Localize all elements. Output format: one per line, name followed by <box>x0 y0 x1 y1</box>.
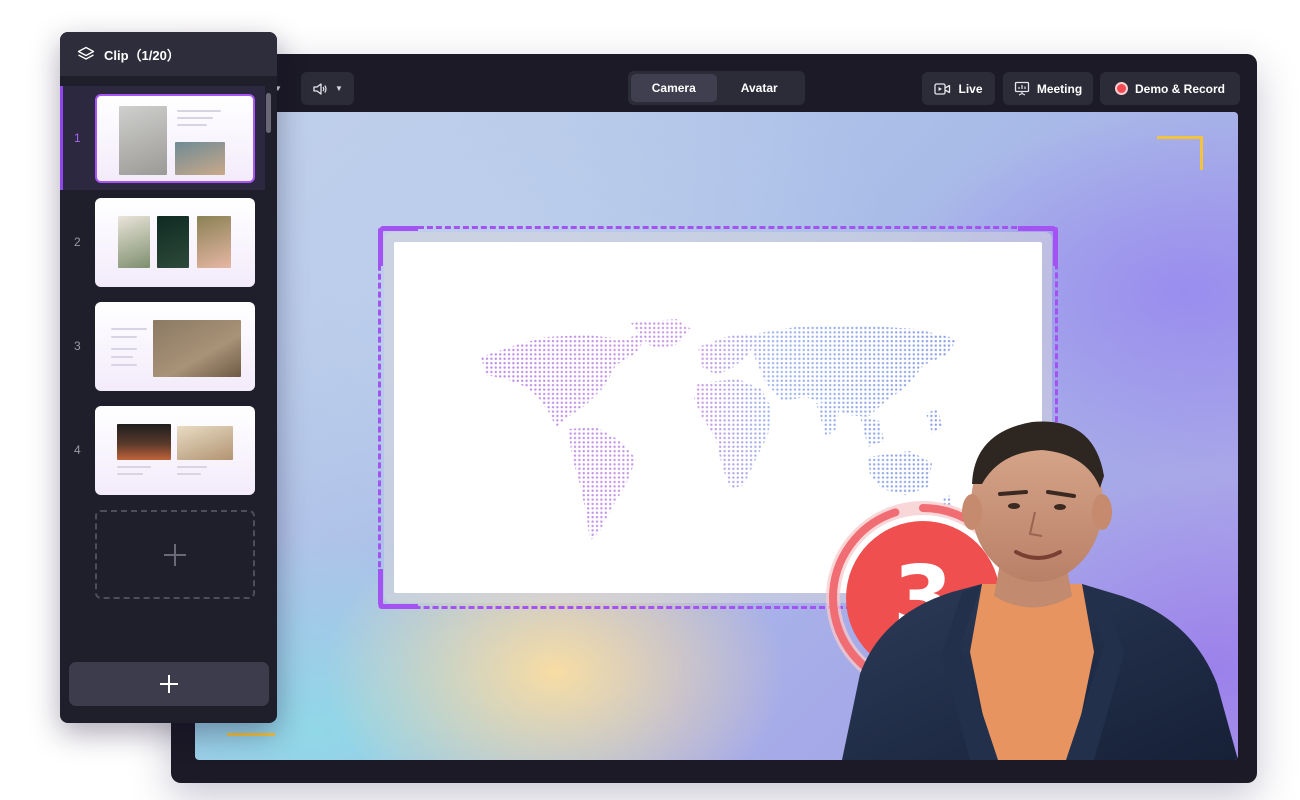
thumbnail-photo-desk <box>175 142 225 175</box>
mode-switch: Camera Avatar <box>628 71 805 105</box>
add-clip-button[interactable] <box>69 662 269 706</box>
live-video-icon <box>934 82 951 95</box>
thumbnail-text-line <box>177 110 221 112</box>
thumbnail-photo-books <box>117 424 171 460</box>
thumbnail-text-line <box>111 336 137 338</box>
chevron-down-icon: ▼ <box>335 84 343 93</box>
clip-item-2[interactable]: 2 <box>60 190 265 294</box>
clip-thumbnail <box>95 406 255 495</box>
clip-item-index: 3 <box>74 339 81 353</box>
plus-icon <box>164 543 186 566</box>
clip-thumbnail <box>95 94 255 183</box>
demo-record-button[interactable]: Demo & Record <box>1100 72 1240 105</box>
thumbnail-text-line <box>111 356 133 358</box>
thumbnail-text-line <box>177 117 213 119</box>
presenter-camera-feed <box>842 421 1238 760</box>
thumbnail-photo-stationery <box>153 320 241 377</box>
record-dot-icon <box>1114 82 1128 95</box>
audio-dropdown-button[interactable]: ▼ <box>301 72 354 105</box>
thumbnail-photo <box>118 216 150 268</box>
clip-thumbnail <box>95 302 255 391</box>
clip-panel-title: Clip（1/20） <box>104 47 180 63</box>
clip-item-4[interactable]: 4 <box>60 398 265 502</box>
frame-corner-top-right <box>1157 136 1203 170</box>
clip-item-3[interactable]: 3 <box>60 294 265 398</box>
layers-icon <box>77 46 95 60</box>
demo-record-label: Demo & Record <box>1134 81 1226 96</box>
thumbnail-photo-open-book <box>177 426 233 460</box>
thumbnail-text-line <box>111 348 137 350</box>
top-toolbar: ▼ ▼ Camera Avatar Live Meeting Demo & Re… <box>171 54 1257 112</box>
meeting-button[interactable]: Meeting <box>1003 72 1093 105</box>
app-window: ▼ ▼ Camera Avatar Live Meeting Demo & Re… <box>171 54 1257 783</box>
clip-panel: Clip（1/20） 1 2 3 4 <box>60 32 277 723</box>
clip-item-1[interactable]: 1 <box>60 86 265 190</box>
clip-thumbnail <box>95 198 255 287</box>
thumbnail-text-line <box>177 466 207 468</box>
clip-item-index: 4 <box>74 443 81 457</box>
clip-panel-header: Clip（1/20） <box>60 32 277 76</box>
tab-avatar[interactable]: Avatar <box>717 74 803 102</box>
speaker-icon <box>313 82 327 95</box>
add-clip-slot[interactable] <box>95 510 255 599</box>
thumbnail-text-line <box>111 328 147 330</box>
live-button[interactable]: Live <box>922 72 995 105</box>
preview-stage: 3 <box>195 112 1238 760</box>
tab-camera[interactable]: Camera <box>631 74 717 102</box>
live-label: Live <box>958 81 983 96</box>
thumbnail-photo <box>157 216 189 268</box>
thumbnail-text-line <box>177 473 201 475</box>
thumbnail-text-line <box>111 364 137 366</box>
thumbnail-text-line <box>117 473 143 475</box>
thumbnail-photo <box>197 216 231 268</box>
clip-item-index: 1 <box>74 131 81 145</box>
thumbnail-text-line <box>177 124 207 126</box>
clip-item-index: 2 <box>74 235 81 249</box>
presentation-board-icon <box>1014 81 1029 96</box>
plus-icon <box>160 675 178 693</box>
thumbnail-photo-globe <box>119 106 167 175</box>
thumbnail-text-line <box>117 466 151 468</box>
meeting-label: Meeting <box>1036 81 1083 96</box>
clip-list-scrollbar[interactable] <box>266 93 271 133</box>
